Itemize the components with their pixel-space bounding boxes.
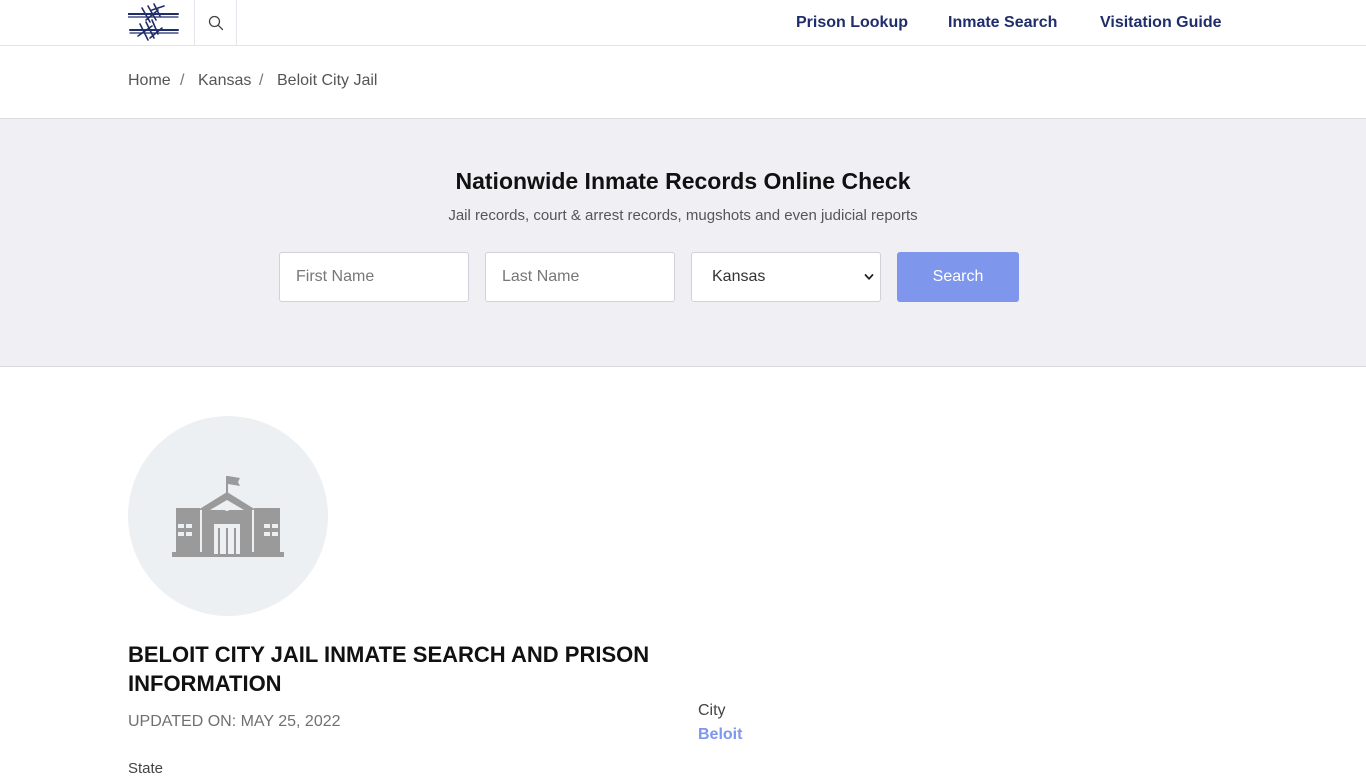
chevron-down-icon [864, 274, 874, 280]
nav-visitation-guide[interactable]: Visitation Guide [1100, 0, 1222, 45]
updated-date: UPDATED ON: MAY 25, 2022 [128, 713, 341, 730]
state-select[interactable]: Kansas [691, 252, 881, 302]
search-panel-title: Nationwide Inmate Records Online Check [455, 168, 911, 194]
search-panel-subtitle: Jail records, court & arrest records, mu… [448, 207, 918, 224]
breadcrumb-home[interactable]: Home [128, 72, 171, 90]
jail-building-icon [172, 476, 284, 557]
first-name-input[interactable] [279, 252, 469, 302]
inmate-search-panel [0, 119, 1366, 367]
city-label: City [698, 702, 726, 719]
breadcrumb-separator: / [180, 72, 185, 89]
breadcrumb-current: Beloit City Jail [277, 72, 378, 89]
nav-inmate-search[interactable]: Inmate Search [948, 0, 1057, 45]
barbed-wire-logo-icon[interactable] [127, 0, 180, 45]
search-button[interactable]: Search [897, 252, 1019, 302]
page-title: BELOIT CITY JAIL INMATE SEARCH AND PRISO… [128, 642, 650, 696]
nav-prison-lookup[interactable]: Prison Lookup [796, 0, 908, 45]
last-name-input[interactable] [485, 252, 675, 302]
state-label: State [128, 760, 164, 777]
search-icon [208, 15, 223, 30]
header-search-button[interactable] [194, 0, 237, 45]
breadcrumb-kansas[interactable]: Kansas [198, 72, 251, 90]
breadcrumb-separator: / [259, 72, 264, 89]
site-header: Prison Lookup Inmate Search Visitation G… [0, 0, 1366, 46]
facility-image [128, 416, 328, 616]
state-select-value: Kansas [712, 268, 766, 285]
city-link[interactable]: Beloit [698, 726, 742, 744]
